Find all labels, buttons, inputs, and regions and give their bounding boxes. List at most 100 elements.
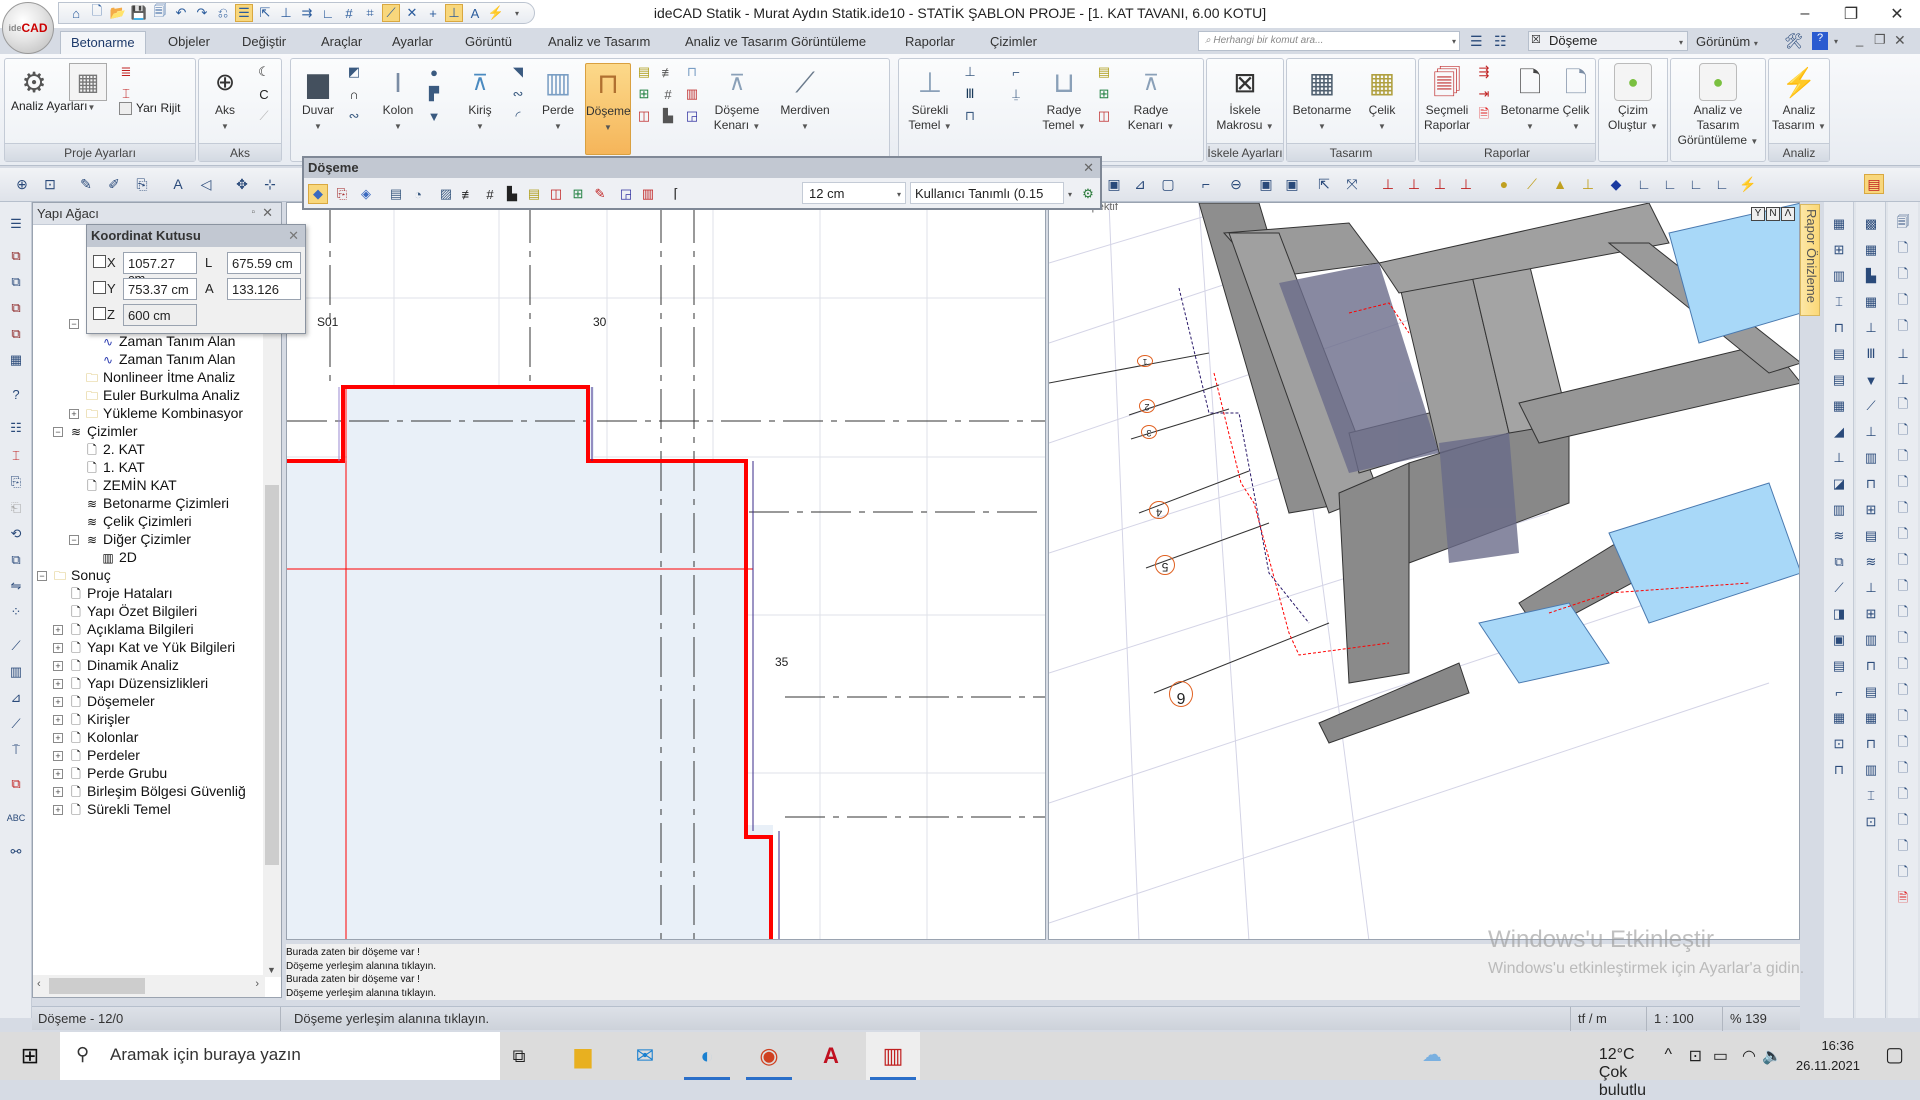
snap-parallel-icon[interactable]: ⇉ <box>298 4 316 22</box>
close-button[interactable]: ✕ <box>1874 0 1920 28</box>
collapse-icon[interactable]: − <box>37 571 47 582</box>
expand-icon[interactable]: + <box>69 409 79 420</box>
report-tool-icon[interactable]: ▩ <box>1861 214 1881 234</box>
slab-grid-icon[interactable]: # <box>480 184 500 204</box>
slab-opening-icon[interactable]: ▤ <box>635 63 653 81</box>
expand-icon[interactable]: + <box>53 715 63 726</box>
tree-item[interactable]: + 🗋 Perde Grubu <box>53 763 167 783</box>
settings-icon[interactable]: ⚙ <box>1078 184 1098 204</box>
pin-icon[interactable]: ▫ <box>251 207 255 218</box>
tree-item[interactable]: 🗋 2. KAT <box>84 439 145 459</box>
z-field[interactable]: 600 cm <box>123 304 197 326</box>
camera-icon[interactable]: ⊡ <box>1689 1046 1702 1066</box>
edge-button[interactable]: ◐ <box>680 1032 734 1080</box>
edit-pen-icon[interactable]: ✎ <box>76 174 96 194</box>
select-objects-icon[interactable]: ⧉ <box>6 246 26 266</box>
notifications-icon[interactable]: ▢ <box>1885 1042 1904 1067</box>
tool-g-icon[interactable]: ▣ <box>1282 174 1302 194</box>
expand-icon[interactable]: + <box>53 625 63 636</box>
report-tool-icon[interactable]: 🗋 <box>1893 526 1913 546</box>
plan-view[interactable]: S01 30 35 <box>286 202 1046 940</box>
slab-step-icon[interactable]: ▙ <box>502 184 522 204</box>
report-tool-icon[interactable]: 🗎 <box>1893 890 1913 910</box>
report-tool-icon[interactable]: ⊥ <box>1861 422 1881 442</box>
rapor-celik-button[interactable]: 🗋 Çelik ▼ <box>1557 63 1595 134</box>
close-icon[interactable]: ✕ <box>262 205 273 221</box>
extend-icon[interactable]: ⟋ <box>6 636 26 656</box>
report-tool-icon[interactable]: 🗋 <box>1893 812 1913 832</box>
save-all-icon[interactable]: 🗐 <box>151 3 169 22</box>
wall-curve-icon[interactable]: ∾ <box>345 107 363 125</box>
binoculars-icon[interactable]: ⚯ <box>6 842 26 862</box>
report-tool-icon[interactable]: 🗋 <box>1893 864 1913 884</box>
tab-degistir[interactable]: Değiştir <box>232 31 296 54</box>
report-tool-icon[interactable]: ▥ <box>1829 266 1849 286</box>
report-tool-icon[interactable]: ⊓ <box>1829 318 1849 338</box>
report-tool-icon[interactable]: ▥ <box>1861 630 1881 650</box>
tree-item[interactable]: + 🗋 Döşemeler <box>53 691 155 711</box>
arc-axis-icon[interactable]: ☾ <box>255 63 273 81</box>
tree-item[interactable]: ∿ Zaman Tanım Alan <box>100 331 236 351</box>
report-tool-icon[interactable]: ⊥ <box>1829 448 1849 468</box>
report-tool-icon[interactable]: ▤ <box>1861 526 1881 546</box>
footing-beam-icon[interactable]: ⍊ <box>1007 85 1025 103</box>
expand-icon[interactable]: + <box>53 751 63 762</box>
select-icon[interactable]: ⇱ <box>256 4 274 22</box>
wall-arc-icon[interactable]: ∩ <box>345 85 363 103</box>
tree-item[interactable]: 🗋 1. KAT <box>84 457 145 477</box>
tab-goruntu[interactable]: Görüntü <box>455 31 522 54</box>
tasarim-celik-button[interactable]: ▦ Çelik ▼ <box>1357 63 1407 134</box>
report-tool-icon[interactable]: 🗋 <box>1893 422 1913 442</box>
report-tool-icon[interactable]: ⊞ <box>1861 604 1881 624</box>
report-tool-icon[interactable]: ▤ <box>1829 344 1849 364</box>
report-tool-icon[interactable]: ⧉ <box>1829 552 1849 572</box>
layer-list2-icon[interactable]: ☷ <box>1494 33 1507 50</box>
scroll-thumb[interactable] <box>49 978 145 994</box>
measure-area-icon[interactable]: ◁ <box>196 174 216 194</box>
snap-mid-icon[interactable]: + <box>424 4 442 22</box>
expand-icon[interactable]: + <box>53 769 63 780</box>
report-tool-icon[interactable]: ⊓ <box>1861 656 1881 676</box>
mdi-close-icon[interactable]: ✕ <box>1894 32 1906 49</box>
slab-load-icon[interactable]: ▥ <box>638 184 658 204</box>
rapor-betonarme-button[interactable]: 🗋 Betonarme ▼ <box>1499 63 1561 134</box>
slab-section-icon[interactable]: ▤ <box>386 184 406 204</box>
aks-button[interactable]: ⊕ Aks ▼ <box>203 63 247 134</box>
circle-axis-icon[interactable]: C <box>255 85 273 103</box>
tab-analiz-tasarim[interactable]: Analiz ve Tasarım <box>538 31 660 54</box>
tool-v-icon[interactable]: ∟ <box>1712 174 1732 194</box>
report-tool-icon[interactable]: ◪ <box>1829 474 1849 494</box>
slab-span-icon[interactable]: ▨ <box>436 184 456 204</box>
slab-grid-icon[interactable]: # <box>659 85 677 103</box>
report-tool-icon[interactable]: ▥ <box>1861 448 1881 468</box>
report-tool-icon[interactable]: 🗋 <box>1893 734 1913 754</box>
report-tool-icon[interactable]: ▤ <box>1829 370 1849 390</box>
kiris-button[interactable]: ⊼ Kiriş ▼ <box>455 63 505 134</box>
raft-opening-icon[interactable]: ▤ <box>1095 63 1113 81</box>
tree-item[interactable]: + 🗋 Kolonlar <box>53 727 138 747</box>
expand-icon[interactable]: + <box>53 805 63 816</box>
search-dropdown-icon[interactable]: ▾ <box>1452 37 1456 46</box>
battery-icon[interactable]: ▭ <box>1713 1046 1728 1066</box>
tool-q-icon[interactable]: ⊥ <box>1578 174 1598 194</box>
expand-icon[interactable]: + <box>53 679 63 690</box>
redo-icon[interactable]: ↷ <box>193 4 211 22</box>
report-tool-icon[interactable]: 🗋 <box>1893 682 1913 702</box>
scroll-thumb[interactable] <box>265 485 279 865</box>
y-lock-checkbox[interactable] <box>93 281 106 294</box>
report-tool-icon[interactable]: 🗋 <box>1893 396 1913 416</box>
new-file-icon[interactable]: 🗋 <box>88 3 106 22</box>
merdiven-button[interactable]: ⟋ Merdiven ▼ <box>775 63 835 134</box>
layer-select[interactable]: ☒ Döşeme ▾ <box>1528 31 1688 51</box>
measure-icon[interactable]: ⍑ <box>6 740 26 760</box>
report-tool-icon[interactable]: ▥ <box>1829 500 1849 520</box>
report-tool-icon[interactable]: ◨ <box>1829 604 1849 624</box>
perde-button[interactable]: ▥ Perde ▼ <box>535 63 581 134</box>
x-lock-checkbox[interactable] <box>93 255 106 268</box>
scroll-down-icon[interactable]: ▼ <box>267 965 276 975</box>
analiz-tasarim-goruntuleme-button[interactable]: ● Analiz ve Tasarım Görüntüleme ▼ <box>1673 63 1763 149</box>
app-logo[interactable]: ide CAD <box>2 2 54 54</box>
diag-axis-icon[interactable]: ⟋ <box>255 107 273 125</box>
tree-item[interactable]: ≋ Betonarme Çizimleri <box>84 493 229 513</box>
view-nav-y-button[interactable]: Y <box>1751 207 1765 221</box>
